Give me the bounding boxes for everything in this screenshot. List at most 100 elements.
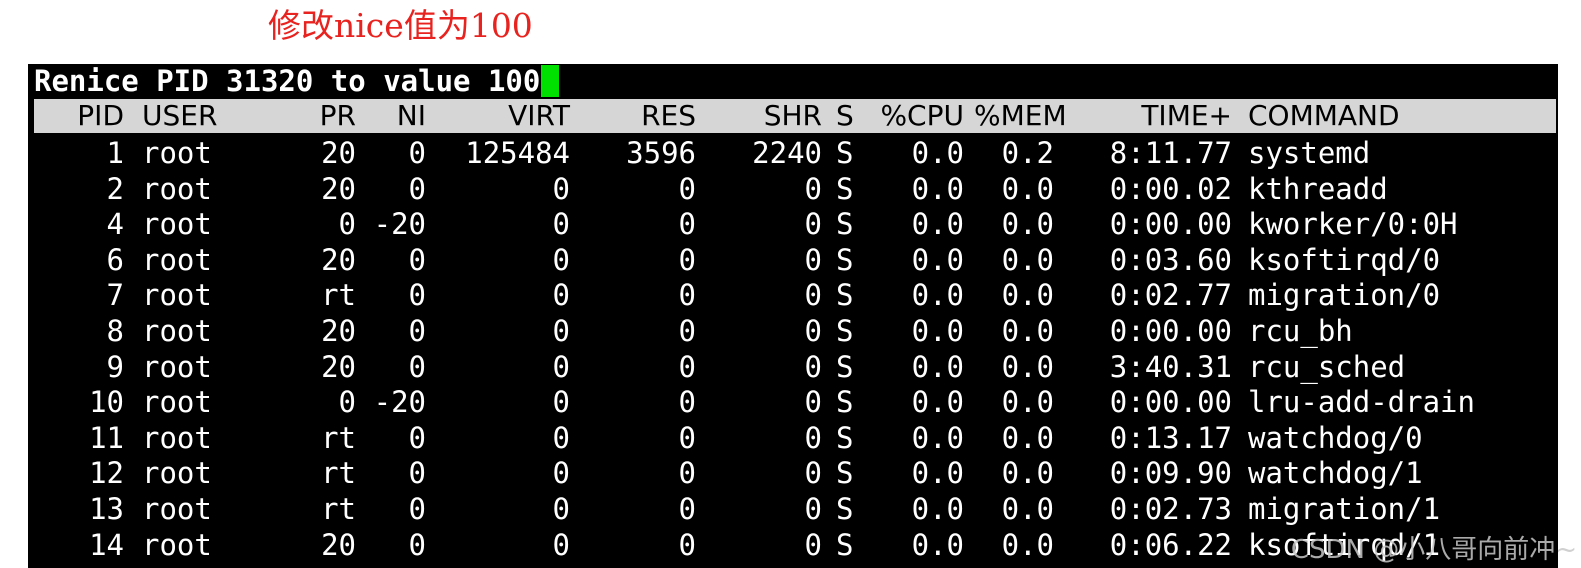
process-row[interactable]: 13 root rt 0 0 0 0 S 0.0 0.0 0:02.73 migration/1 <box>34 491 1556 527</box>
process-row[interactable]: 8 root 20 0 0 0 0 S 0.0 0.0 0:00.00 rcu_bh <box>34 313 1556 349</box>
cell-pr: 0 <box>338 207 356 242</box>
cell-command: watchdog/0 <box>1248 420 1423 455</box>
cell-pid: 10 <box>89 385 124 420</box>
annotation-caption: 修改nice值为100 <box>268 6 533 45</box>
cell-user: root <box>142 207 212 242</box>
process-row[interactable]: 1 root 20 0 125484 3596 2240 S 0.0 0.2 8:11.77 syst… <box>34 135 1556 171</box>
cell-time: 0:00.00 <box>1109 314 1232 348</box>
cell-pid: 8 <box>106 314 124 348</box>
cell-mem: 0.0 <box>1001 171 1054 206</box>
column-header-res: RES <box>641 99 696 132</box>
cell-res: 0 <box>678 207 696 242</box>
cell-command: kthreadd <box>1248 171 1388 206</box>
cell-ni: 0 <box>408 527 426 562</box>
cell-pr: 20 <box>321 171 356 206</box>
cell-res: 0 <box>678 314 696 348</box>
column-header-shr: SHR <box>763 99 822 132</box>
terminal-window[interactable]: Renice PID 31320 to value 100 PID USER P… <box>28 64 1558 568</box>
cell-res: 3596 <box>626 136 696 170</box>
cell-mem: 0.0 <box>1001 420 1054 455</box>
cell-mem: 0.0 <box>1001 456 1054 491</box>
process-row[interactable]: 12 root rt 0 0 0 0 S 0.0 0.0 0:09.90 watchdog/1 <box>34 455 1556 491</box>
cell-ni: -20 <box>373 385 426 420</box>
cell-time: 0:00.00 <box>1109 385 1232 420</box>
cell-cpu: 0.0 <box>911 207 964 242</box>
cell-mem: 0.0 <box>1001 207 1054 242</box>
cell-command: kworker/0:0H <box>1248 207 1458 242</box>
process-row[interactable]: 6 root 20 0 0 0 0 S 0.0 0.0 0:03.60 ksoftirqd/0 <box>34 242 1556 278</box>
cell-res: 0 <box>678 385 696 420</box>
cell-user: root <box>142 349 212 384</box>
cell-s: S <box>836 420 854 455</box>
cell-user: root <box>142 242 212 277</box>
watermark: CSDN @小八哥向前冲~ <box>1290 535 1577 565</box>
cell-pid: 2 <box>106 171 124 206</box>
cell-pr: 0 <box>338 385 356 420</box>
cell-shr: 0 <box>804 492 822 526</box>
cell-mem: 0.0 <box>1001 242 1054 277</box>
column-header-time: TIME+ <box>1141 99 1232 132</box>
cell-shr: 0 <box>804 242 822 277</box>
cell-mem: 0.0 <box>1001 314 1054 348</box>
cell-virt: 0 <box>552 385 570 420</box>
cell-user: root <box>142 456 212 491</box>
process-row[interactable]: 4 root 0 -20 0 0 0 S 0.0 0.0 0:00.00 kworker/0:0H <box>34 206 1556 242</box>
cell-pr: 20 <box>321 242 356 277</box>
column-header-user: USER <box>142 99 218 132</box>
cell-ni: 0 <box>408 420 426 455</box>
cell-pid: 1 <box>106 136 124 170</box>
cell-shr: 2240 <box>752 136 822 170</box>
cell-res: 0 <box>678 420 696 455</box>
cell-ni: 0 <box>408 136 426 170</box>
cell-ni: 0 <box>408 314 426 348</box>
cell-user: root <box>142 527 212 562</box>
cell-command: ksoftirqd/0 <box>1248 242 1441 277</box>
renice-prompt-text: Renice PID 31320 to value 100 <box>34 64 541 98</box>
cell-virt: 0 <box>552 456 570 491</box>
cell-time: 0:06.22 <box>1109 527 1232 562</box>
cell-virt: 0 <box>552 420 570 455</box>
process-row[interactable]: 10 root 0 -20 0 0 0 S 0.0 0.0 0:00.00 lru-add-drain <box>34 384 1556 420</box>
cell-pid: 7 <box>106 278 124 313</box>
cell-command: migration/0 <box>1248 278 1441 313</box>
cell-pr: 20 <box>321 314 356 348</box>
cell-time: 0:09.90 <box>1109 456 1232 491</box>
process-row[interactable]: 11 root rt 0 0 0 0 S 0.0 0.0 0:13.17 watchdog/0 <box>34 420 1556 456</box>
cell-user: root <box>142 385 212 420</box>
cell-virt: 0 <box>552 349 570 384</box>
renice-prompt[interactable]: Renice PID 31320 to value 100 <box>34 64 560 98</box>
cell-user: root <box>142 314 212 348</box>
column-header-mem: %MEM <box>974 99 1067 132</box>
cell-pid: 13 <box>89 492 124 526</box>
cell-ni: 0 <box>408 456 426 491</box>
cell-virt: 0 <box>552 207 570 242</box>
cell-pr: rt <box>321 278 356 313</box>
cell-s: S <box>836 242 854 277</box>
cell-res: 0 <box>678 278 696 313</box>
cell-res: 0 <box>678 242 696 277</box>
cell-command: migration/1 <box>1248 492 1441 526</box>
column-header-ni: NI <box>396 99 426 132</box>
cell-time: 3:40.31 <box>1109 349 1232 384</box>
cell-pr: 20 <box>321 349 356 384</box>
cell-user: root <box>142 420 212 455</box>
column-header-command: COMMAND <box>1248 99 1400 132</box>
process-row[interactable]: 2 root 20 0 0 0 0 S 0.0 0.0 0:00.02 kthreadd <box>34 171 1556 207</box>
cell-command: rcu_bh <box>1248 314 1353 348</box>
cell-virt: 0 <box>552 242 570 277</box>
process-table-header: PID USER PR NI VIRT RES SHR S %CPU %MEM … <box>34 99 1556 133</box>
cell-cpu: 0.0 <box>911 385 964 420</box>
column-header-s: S <box>836 99 854 132</box>
process-row[interactable]: 7 root rt 0 0 0 0 S 0.0 0.0 0:02.77 migration/0 <box>34 277 1556 313</box>
cell-user: root <box>142 171 212 206</box>
cell-time: 0:00.00 <box>1109 207 1232 242</box>
process-row[interactable]: 9 root 20 0 0 0 0 S 0.0 0.0 3:40.31 rcu_sched <box>34 349 1556 385</box>
cell-res: 0 <box>678 349 696 384</box>
cell-cpu: 0.0 <box>911 349 964 384</box>
cell-res: 0 <box>678 171 696 206</box>
cell-pr: rt <box>321 456 356 491</box>
cell-pid: 14 <box>89 527 124 562</box>
cell-virt: 0 <box>552 492 570 526</box>
cell-shr: 0 <box>804 314 822 348</box>
cell-res: 0 <box>678 456 696 491</box>
